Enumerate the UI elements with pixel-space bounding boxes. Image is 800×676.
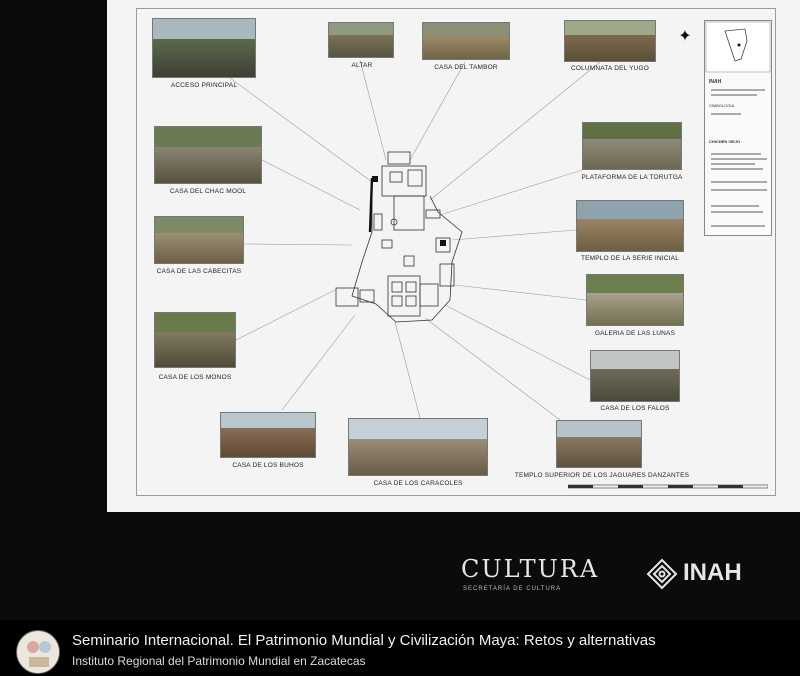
video-title[interactable]: Seminario Internacional. El Patrimonio M… xyxy=(72,632,656,649)
photo-label: CASA DEL TAMBOR xyxy=(434,64,498,71)
title-block: INAH SIMBOLOGIA CHICHÉN VIEJO xyxy=(704,20,772,236)
cultura-logo: CULTURA xyxy=(461,555,600,583)
photo-label: TEMPLO SUPERIOR DE LOS JAGUARES DANZANTE… xyxy=(514,472,690,479)
site-name: CHICHÉN VIEJO xyxy=(709,139,741,144)
photo-label: COLUMNATA DEL YUGO xyxy=(570,65,650,72)
photo-label: CASA DE LOS CARACOLES xyxy=(373,480,463,487)
photo-label: CASA DE LOS FALOS xyxy=(600,405,670,412)
photo-label: TEMPLO DE LA SERIE INICIAL xyxy=(580,255,680,262)
photo-label: ACCESO PRINCIPAL xyxy=(170,82,238,89)
video-frame[interactable]: ACCESO PRINCIPAL ALTAR CASA DEL TAMBOR C… xyxy=(0,0,800,676)
scale-bar xyxy=(568,484,768,489)
photo-label: GALERIA DE LAS LUNAS xyxy=(594,330,676,337)
photo-label: CASA DE LAS CABECITAS xyxy=(156,268,242,275)
channel-logo-icon xyxy=(18,632,59,673)
photo-casa-del-chac-mool xyxy=(154,126,262,184)
photo-galeria-de-las-lunas xyxy=(586,274,684,326)
north-arrow-icon: ✦ xyxy=(678,28,692,45)
photo-columnata-del-yugo xyxy=(564,20,656,62)
sponsor-logos: CULTURA SECRETARÍA DE CULTURA INAH xyxy=(455,555,775,595)
photo-label: CASA DE LOS BUHOS xyxy=(232,462,304,469)
photo-label: ALTAR xyxy=(351,62,373,69)
photo-altar xyxy=(328,22,394,58)
photo-casa-de-los-monos xyxy=(154,312,236,368)
channel-avatar[interactable] xyxy=(16,630,60,674)
photo-label: PLATAFORMA DE LA TORUTGA xyxy=(581,174,683,181)
channel-name[interactable]: Instituto Regional del Patrimonio Mundia… xyxy=(72,654,366,668)
photo-casa-de-los-caracoles xyxy=(348,418,488,476)
photo-plataforma-de-la-torutga xyxy=(582,122,682,170)
inah-logo: INAH xyxy=(683,559,742,586)
institute-text: INAH xyxy=(709,79,722,85)
inah-emblem-icon xyxy=(646,558,678,590)
photo-casa-de-los-falos xyxy=(590,350,680,402)
photo-templo-superior-jaguares-danzantes xyxy=(556,420,642,468)
photo-label: CASA DEL CHAC MOOL xyxy=(169,188,247,195)
photo-casa-de-los-buhos xyxy=(220,412,316,458)
photo-casa-del-tambor xyxy=(422,22,510,60)
photo-label: CASA DE LOS MONOS xyxy=(158,374,232,381)
symbology-text: SIMBOLOGIA xyxy=(709,103,735,108)
photo-templo-de-la-serie-inicial xyxy=(576,200,684,252)
cultura-subtitle: SECRETARÍA DE CULTURA xyxy=(463,586,562,592)
location-map-icon xyxy=(705,21,771,73)
photo-acceso-principal xyxy=(152,18,256,78)
photo-casa-de-las-cabecitas xyxy=(154,216,244,264)
